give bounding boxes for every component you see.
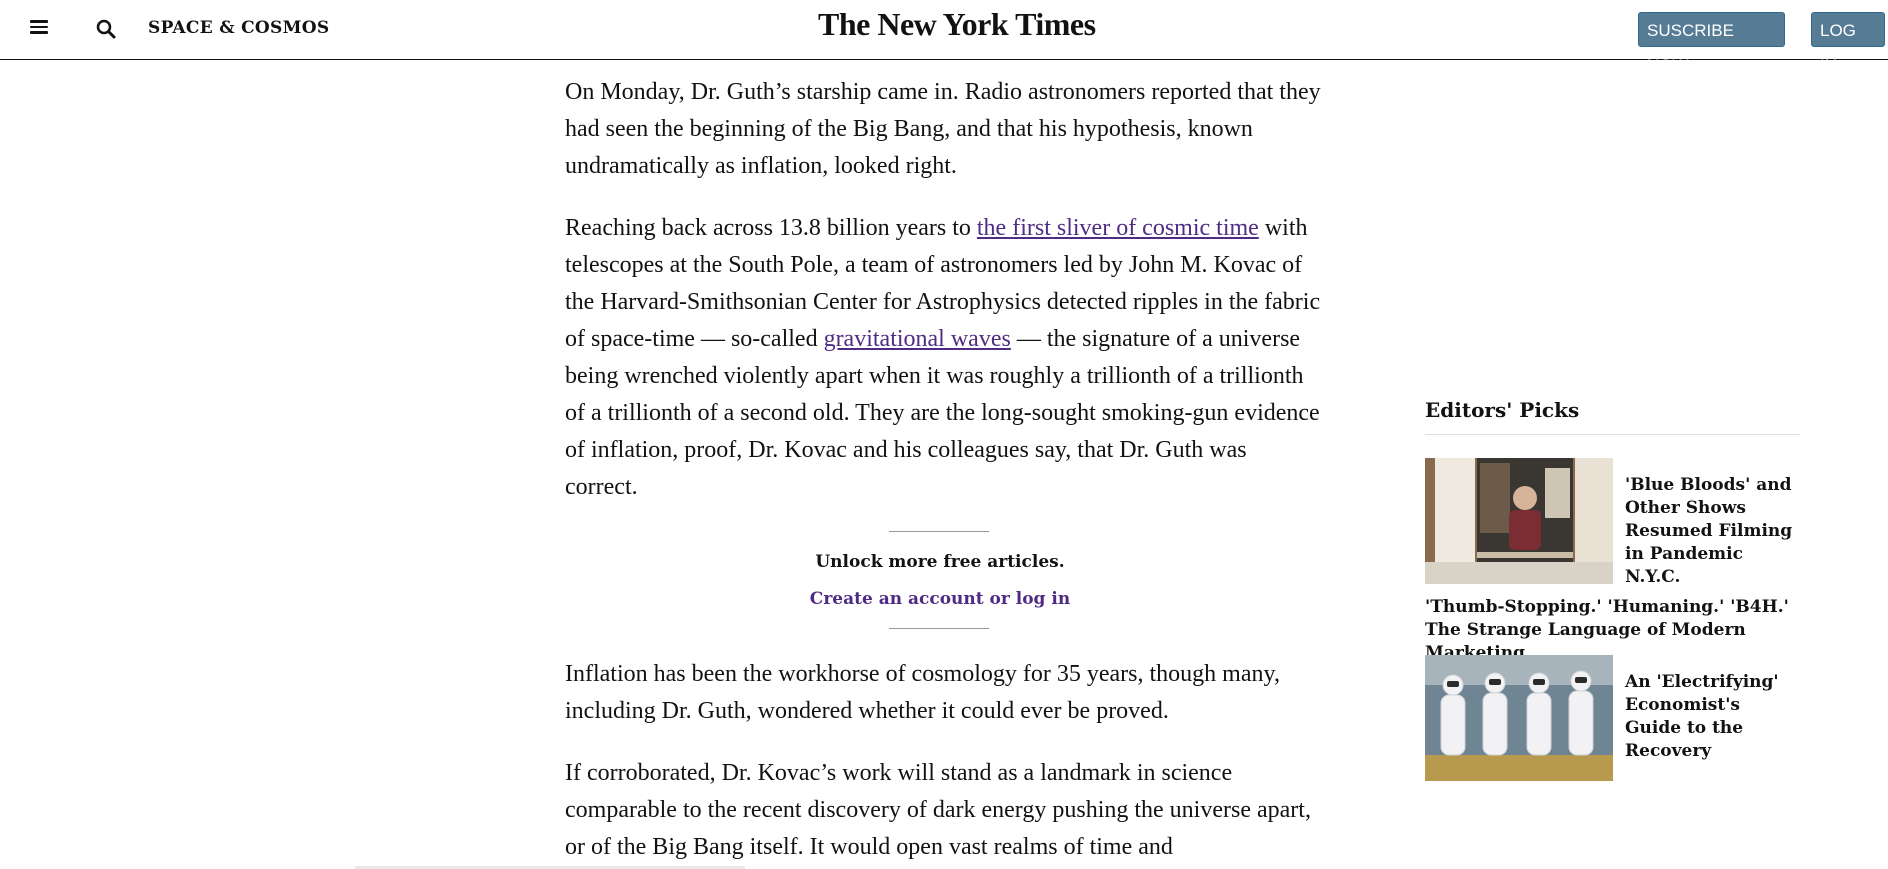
gravitational-waves-link[interactable]: gravitational waves [824,326,1011,352]
article-body-continued: Inflation has been the workhorse of cosm… [565,656,1335,869]
editors-picks: Editors' Picks 'Blue Bloods' and Other S… [1425,398,1800,781]
editors-picks-title: Editors' Picks [1425,398,1800,435]
divider [889,531,989,532]
article-text: Reaching back across 13.8 billion years … [565,215,977,241]
article-paragraph: If corroborated, Dr. Kovac’s work will s… [565,760,1311,860]
divider [889,628,989,629]
editors-pick-title[interactable]: 'Blue Bloods' and Other Shows Resumed Fi… [1625,474,1800,589]
top-navigation-bar: SPACE & COSMOS The New York Times SUSCRI… [0,0,1888,75]
article-body: On Monday, Dr. Guth’s starship came in. … [565,74,1325,531]
cosmic-time-link[interactable]: the first sliver of cosmic time [977,215,1259,241]
editors-pick-title[interactable]: An 'Electrifying' Economist's Guide to t… [1625,671,1800,763]
unlock-title: Unlock more free articles. [815,552,1065,572]
search-icon[interactable] [95,18,117,40]
menu-icon[interactable] [30,17,48,39]
nyt-logo[interactable]: The New York Times [818,6,1096,43]
article-text: — the signature of a universe being wren… [565,326,1320,500]
article-paragraph: On Monday, Dr. Guth’s starship came in. … [565,79,1321,179]
man-at-window-photo[interactable] [1425,458,1613,584]
subscribe-button[interactable]: SUSCRIBE NOW [1638,12,1785,75]
login-button[interactable]: LOG IN [1811,12,1885,75]
article-paragraph: Inflation has been the workhorse of cosm… [565,661,1280,724]
article-paragraph: Reaching back across 13.8 billion years … [565,210,1325,506]
section-label[interactable]: SPACE & COSMOS [148,18,329,38]
create-account-link[interactable]: Create an account or log in [640,589,1240,609]
astronauts-photo[interactable] [1425,655,1613,781]
